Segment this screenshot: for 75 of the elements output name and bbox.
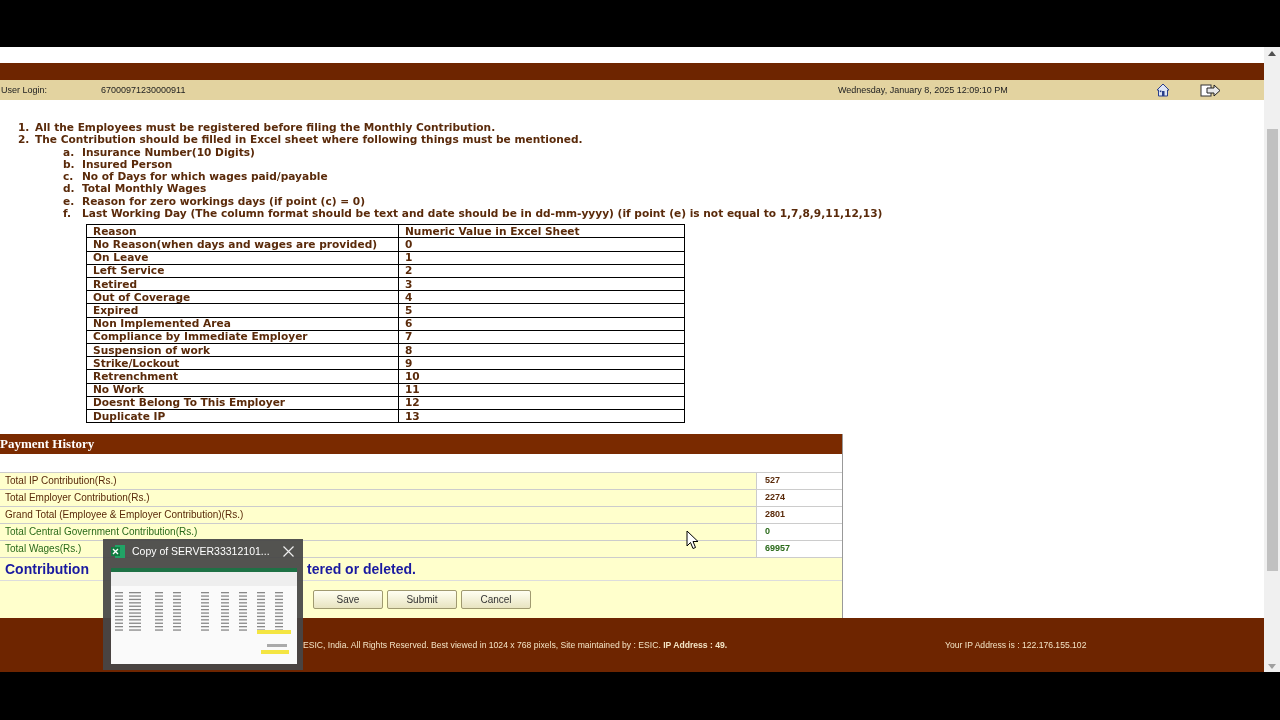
table-cell: Left Service — [86, 264, 399, 278]
user-login-label: User Login: — [1, 84, 49, 95]
table-cell: 9 — [398, 356, 685, 370]
list-marker: f. — [63, 207, 73, 220]
notice-text: Contribution — [5, 561, 89, 578]
table-cell: 7 — [398, 330, 685, 344]
ip-address-text: Your IP Address is : 122.176.155.102 — [945, 640, 1087, 651]
column-header: Numeric Value in Excel Sheet — [398, 224, 685, 238]
table-cell: Retrenchment — [86, 369, 399, 384]
table-cell: Compliance by Immediate Employer — [86, 330, 399, 344]
table-cell: 10 — [398, 369, 685, 384]
column-header: Reason — [86, 224, 399, 238]
summary-value: 527 — [756, 473, 842, 490]
instruction-text: Last Working Day (The column format should be text and date should be in dd-mm-yyyy) (if point (e) is not equal to 1,7,8,9,11,12,13) — [82, 207, 883, 220]
date-time: Wednesday, January 8, 2025 12:09:10 PM — [838, 84, 1009, 95]
table-cell: 11 — [398, 383, 685, 397]
table-cell: Doesnt Belong To This Employer — [86, 396, 399, 410]
table-cell: 13 — [398, 409, 685, 423]
list-marker: c. — [63, 170, 75, 183]
action-button[interactable]: Save — [313, 590, 383, 610]
table-cell: Retired — [86, 277, 399, 291]
table-cell: 3 — [398, 277, 685, 291]
table-cell: Expired — [86, 303, 399, 318]
table-cell: Suspension of work — [86, 343, 399, 357]
scrollbar[interactable] — [1264, 47, 1280, 672]
list-marker: d. — [63, 182, 76, 195]
summary-value: 69957 — [756, 541, 842, 558]
mouse-cursor-icon — [686, 530, 699, 550]
panel-title: Payment History — [0, 434, 842, 455]
instruction-text: Total Monthly Wages — [82, 182, 207, 195]
table-cell: 4 — [398, 290, 685, 304]
list-marker: a. — [63, 145, 76, 158]
instruction-text: Insured Person — [82, 157, 173, 171]
list-marker: e. — [63, 194, 76, 207]
action-button[interactable]: Cancel — [461, 590, 531, 610]
summary-label: Total Employer Contribution(Rs.) — [5, 492, 150, 504]
logout-icon[interactable] — [1200, 82, 1222, 97]
notice-text: tered or deleted. — [307, 561, 416, 578]
table-cell: No Work — [86, 383, 399, 397]
list-marker: 2. — [18, 133, 31, 146]
table-cell: On Leave — [86, 251, 399, 265]
instruction-text: Reason for zero workings days (if point (c) = 0) — [82, 194, 366, 207]
table-cell: 5 — [398, 303, 685, 318]
table-cell: 8 — [398, 343, 685, 357]
home-icon[interactable] — [1156, 82, 1170, 97]
instruction-text: No of Days for which wages paid/payable — [82, 170, 328, 183]
close-icon[interactable] — [283, 545, 294, 557]
summary-value: 2274 — [756, 490, 842, 507]
table-cell: 1 — [398, 251, 685, 265]
summary-value: 2801 — [756, 507, 842, 524]
copyright-text: ESIC, India. All Rights Reserved. Best viewed in 1024 x 768 pixels, Site maintained by : ESIC. IP Address : 49. — [303, 640, 729, 651]
table-cell: 2 — [398, 264, 685, 278]
list-marker: 1. — [18, 120, 31, 134]
summary-label: Total Wages(Rs.) — [5, 543, 82, 555]
user-id: 67000971230000911 — [101, 84, 187, 95]
spreadsheet-app-icon — [111, 544, 125, 558]
table-cell: No Reason(when days and wages are provided) — [86, 237, 399, 252]
preview-title: Copy of SERVER33312101... — [132, 545, 271, 557]
summary-label: Grand Total (Employee & Employer Contribution)(Rs.) — [5, 509, 244, 521]
table-cell: Non Implemented Area — [86, 317, 399, 331]
table-cell: 0 — [398, 237, 685, 252]
instruction-text: Insurance Number(10 Digits) — [82, 145, 255, 158]
summary-label: Total IP Contribution(Rs.) — [5, 475, 117, 487]
summary-label: Total Central Government Contribution(Rs.) — [5, 526, 198, 538]
summary-value: 0 — [756, 524, 842, 541]
instruction-text: All the Employees must be registered before filing the Monthly Contribution. — [35, 120, 496, 134]
table-cell: 12 — [398, 396, 685, 410]
table-cell: Out of Coverage — [86, 290, 399, 304]
table-cell: Strike/Lockout — [86, 356, 399, 370]
action-button[interactable]: Submit — [387, 590, 457, 610]
scroll-up-icon[interactable] — [1268, 51, 1276, 56]
list-marker: b. — [63, 157, 76, 171]
table-cell: Duplicate IP — [86, 409, 399, 423]
instruction-text: The Contribution should be filled in Excel sheet where following things must be mentioned. — [35, 133, 583, 146]
table-cell: 6 — [398, 317, 685, 331]
